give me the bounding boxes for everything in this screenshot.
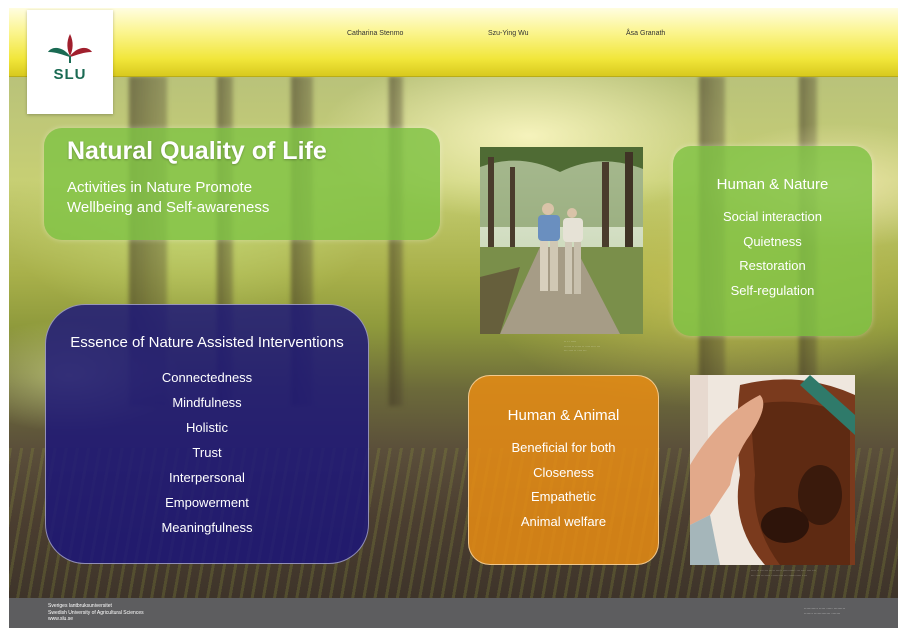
box-heading: Essence of Nature Assisted Interventions [70,334,344,351]
author-name: Catharina Stenmo [347,30,404,37]
elderly-couple-photo [480,147,643,334]
horse-hand-photo [690,375,855,565]
essence-box: Essence of Nature Assisted Interventions… [45,304,369,564]
box-heading: Human & Nature [716,176,829,193]
list-item: Meaningfulness [161,520,253,535]
poster-title: Natural Quality of Life [67,137,327,165]
list-item: Social interaction [723,209,822,224]
list-item: Empathetic [530,489,597,504]
photo-caption: ···· ·· ······· ····· ····· ··········· … [751,569,816,578]
item-list: Beneficial for both Closeness Empathetic… [469,436,658,534]
list-item: Empowerment [165,495,249,510]
list-item: Quietness [743,233,802,249]
list-item: Interpersonal [169,470,245,485]
list-item: Holistic [186,420,228,435]
poster-subtitle: Activities in Nature Promote Wellbeing a… [67,178,427,218]
slu-logo[interactable]: SLU [27,10,113,114]
logo-text: SLU [53,66,87,83]
list-item: Self-regulation [730,282,815,298]
poster: Catharina Stenmo Szu-Ying Wu Åsa Granath… [9,8,898,628]
photo-caption: ·· ·· ····· ······ ·· ····· ·· ···· ···· … [564,340,601,353]
list-item: Beneficial for both [511,440,616,455]
author-name: Szu-Ying Wu [488,30,529,37]
subtitle-line: Wellbeing and Self-awareness [67,199,270,216]
item-list: Social interaction Quietness Restoration… [673,205,872,303]
item-list: Connectedness Mindfulness Holistic Trust… [46,365,368,540]
title-box: Natural Quality of Life Activities in Na… [44,128,440,240]
human-nature-box: Human & Nature Social interaction Quietn… [673,146,872,336]
footer-website[interactable]: www.slu.se [48,616,144,623]
list-item: Trust [192,445,222,460]
box-heading: Human & Animal [507,407,620,424]
list-item: Mindfulness [172,395,242,410]
image-credits: ··········· ····· ····· ········· ·······… [804,607,846,616]
list-item: Restoration [739,258,806,273]
header-bar: Catharina Stenmo Szu-Ying Wu Åsa Granath [9,8,898,77]
list-item: Closeness [533,464,594,480]
university-info: Sveriges lantbruksuniversitet Swedish Un… [48,603,144,623]
subtitle-line: Activities in Nature Promote [67,179,253,196]
slu-leaf-logo-icon [48,34,92,63]
list-item: Animal welfare [520,513,607,529]
author-name: Åsa Granath [626,30,666,37]
human-animal-box: Human & Animal Beneficial for both Close… [468,375,659,565]
footer-bar: Sveriges lantbruksuniversitet Swedish Un… [9,598,898,628]
list-item: Connectedness [161,370,253,385]
